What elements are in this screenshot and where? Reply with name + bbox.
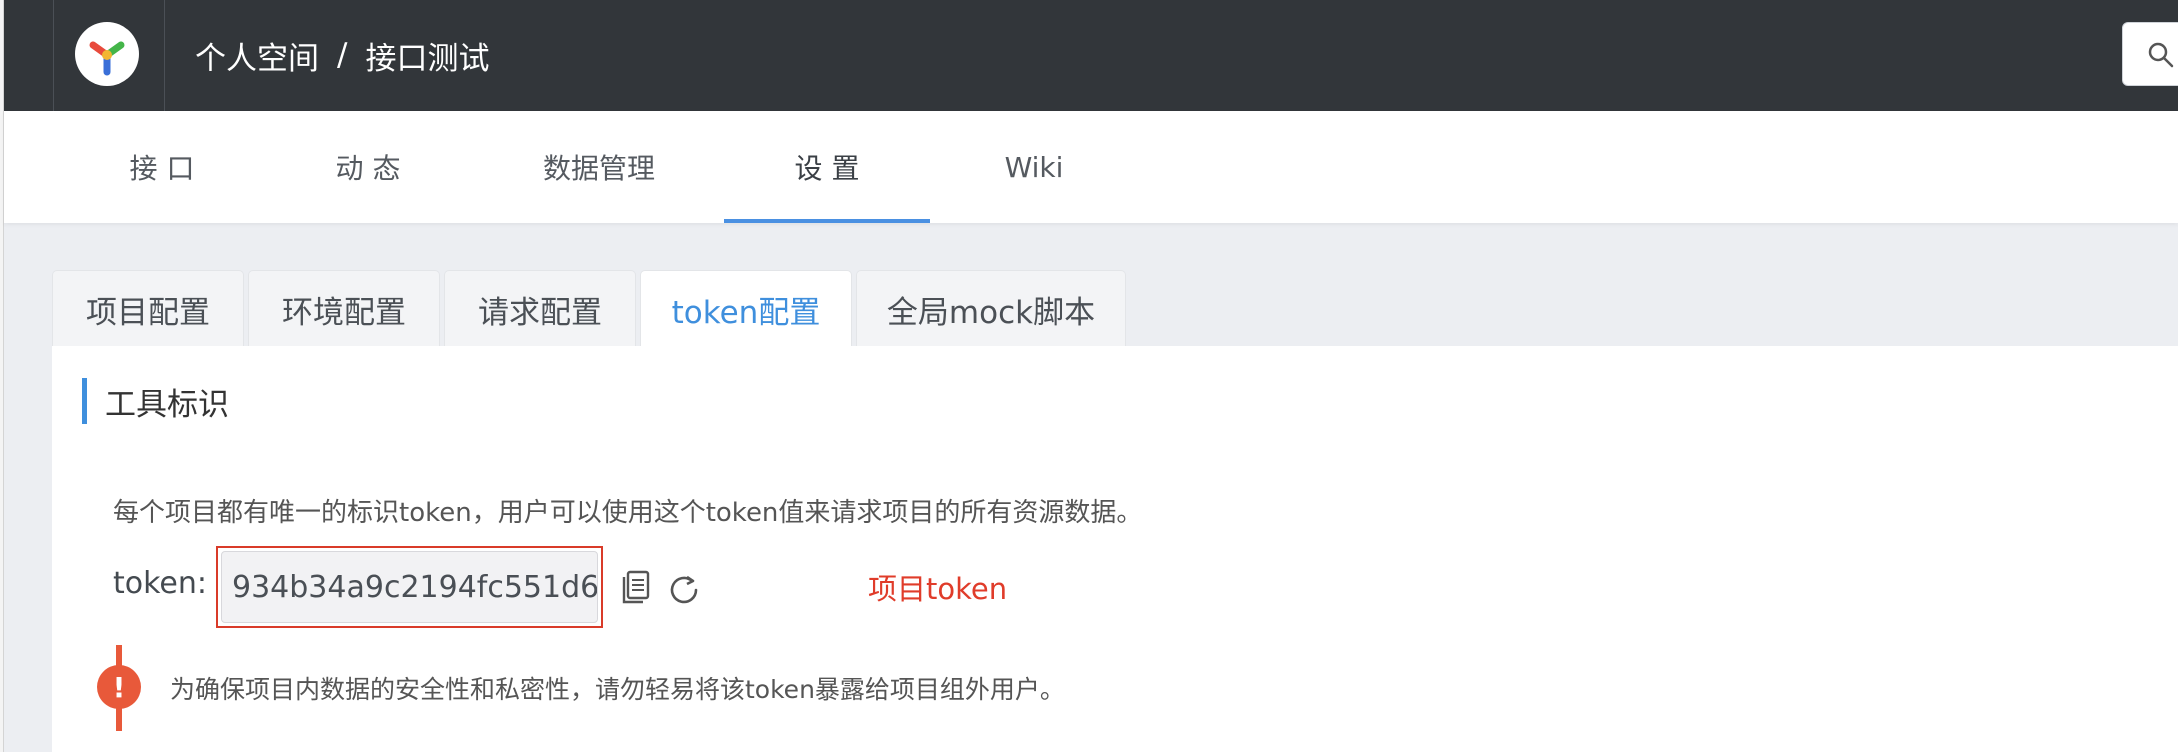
- yapi-logo-icon: [75, 22, 139, 86]
- tab-env-config[interactable]: 环境配置: [248, 270, 440, 347]
- tab-project-config[interactable]: 项目配置: [52, 270, 244, 347]
- refresh-icon: [670, 575, 698, 604]
- refresh-button[interactable]: [667, 568, 701, 606]
- token-highlight-box: 934b34a9c2194fc551d6: [216, 546, 603, 628]
- tab-token-config[interactable]: token配置: [640, 270, 852, 348]
- nav-tab-settings[interactable]: 设 置: [724, 111, 930, 223]
- token-annotation: 项目token: [868, 572, 1008, 606]
- token-value-field[interactable]: 934b34a9c2194fc551d6: [221, 551, 598, 623]
- search-input[interactable]: [2122, 22, 2178, 86]
- top-header: 个人空间 / 接口测试: [4, 0, 2178, 111]
- section-title: 工具标识: [82, 378, 229, 424]
- main-nav: 接 口 动 态 数据管理 设 置 Wiki: [4, 111, 2178, 223]
- tab-request-config[interactable]: 请求配置: [444, 270, 636, 347]
- breadcrumb-project[interactable]: 接口测试: [365, 33, 489, 78]
- copy-icon: [622, 570, 650, 604]
- breadcrumb-separator: /: [337, 37, 348, 73]
- breadcrumb-group[interactable]: 个人空间: [195, 33, 319, 78]
- logo-link[interactable]: [53, 0, 165, 111]
- warning-text: 为确保项目内数据的安全性和私密性，请勿轻易将该token暴露给项目组外用户。: [170, 675, 1065, 704]
- nav-tab-data-management[interactable]: 数据管理: [512, 111, 686, 223]
- nav-tab-wiki[interactable]: Wiki: [960, 111, 1108, 223]
- token-label: token:: [113, 566, 207, 601]
- app-window: 个人空间 / 接口测试 接 口 动 态 数据管理 设 置 Wiki 项目配置 环…: [0, 0, 2178, 752]
- tab-global-mock-script[interactable]: 全局mock脚本: [856, 270, 1126, 347]
- nav-tab-api[interactable]: 接 口: [82, 111, 242, 223]
- search-icon: [2148, 42, 2174, 68]
- copy-button[interactable]: [619, 568, 653, 606]
- token-description: 每个项目都有唯一的标识token，用户可以使用这个token值来请求项目的所有资…: [113, 498, 1143, 528]
- exclamation-icon: !: [97, 665, 141, 709]
- nav-tab-activity[interactable]: 动 态: [294, 111, 442, 223]
- breadcrumb: 个人空间 / 接口测试: [195, 33, 489, 77]
